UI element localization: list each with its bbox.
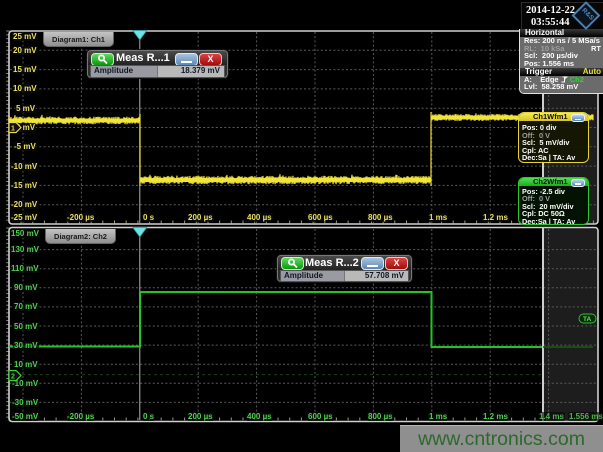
- svg-text:TA: TA: [583, 316, 591, 323]
